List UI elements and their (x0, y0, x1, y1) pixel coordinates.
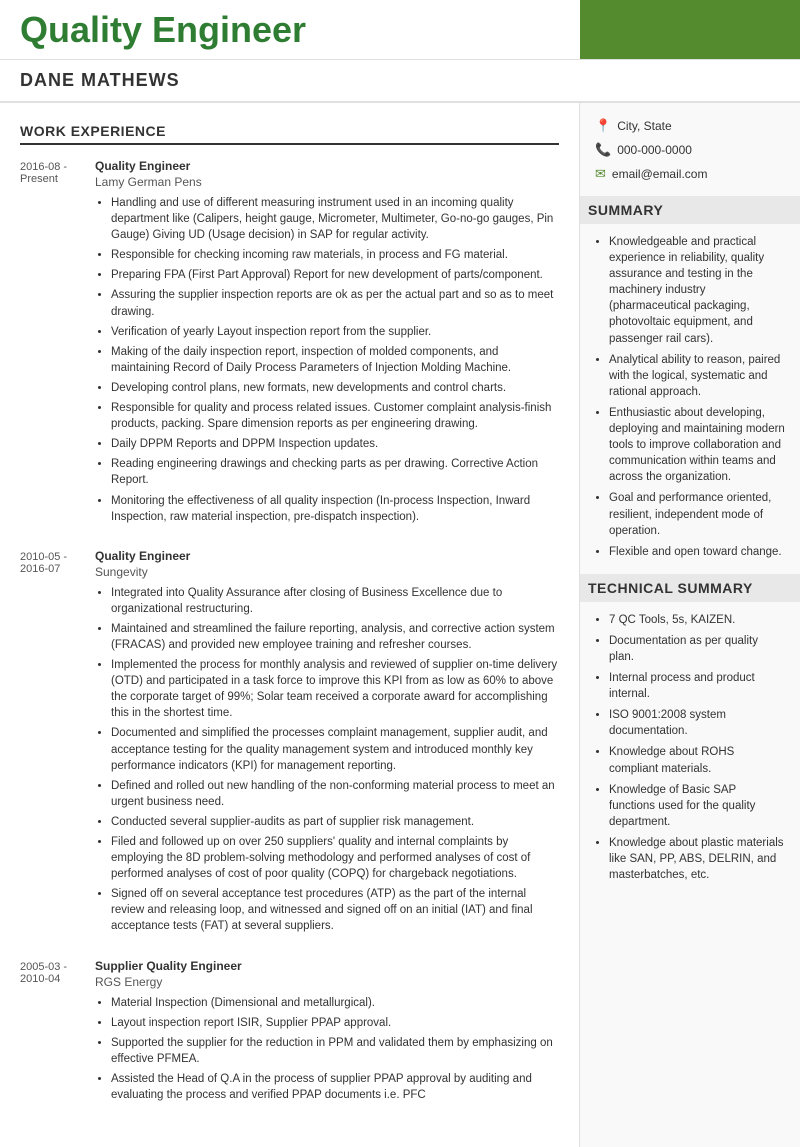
list-item: Documentation as per quality plan. (609, 633, 785, 665)
list-item: Material Inspection (Dimensional and met… (111, 995, 559, 1011)
list-item: Daily DPPM Reports and DPPM Inspection u… (111, 436, 559, 452)
list-item: Filed and followed up on over 250 suppli… (111, 834, 559, 882)
work-date-2: 2005-03 - 2010-04 (20, 959, 95, 1108)
list-item: Preparing FPA (First Part Approval) Repo… (111, 267, 559, 283)
list-item: Implemented the process for monthly anal… (111, 657, 559, 721)
list-item: Maintained and streamlined the failure r… (111, 621, 559, 653)
list-item: Flexible and open toward change. (609, 544, 785, 560)
email-icon: ✉ (595, 166, 606, 182)
company-1: Sungevity (95, 565, 559, 579)
work-experience-section-title: WORK EXPERIENCE (20, 123, 559, 145)
job-title-2: Supplier Quality Engineer (95, 959, 559, 973)
job-title-0: Quality Engineer (95, 159, 559, 173)
list-item: Reading engineering drawings and checkin… (111, 456, 559, 488)
list-item: Assuring the supplier inspection reports… (111, 287, 559, 319)
job-bullets-0: Handling and use of different measuring … (95, 195, 559, 525)
technical-list: 7 QC Tools, 5s, KAIZEN. Documentation as … (595, 612, 785, 883)
work-entry-1: 2010-05 - 2016-07Quality Engineer Sungevi… (20, 549, 559, 939)
job-bullets-1: Integrated into Quality Assurance after … (95, 585, 559, 935)
contact-phone: 📞 000-000-0000 (595, 142, 785, 158)
list-item: Knowledge of Basic SAP functions used fo… (609, 782, 785, 830)
work-entry-0: 2016-08 - PresentQuality Engineer Lamy Ge… (20, 159, 559, 529)
phone-icon: 📞 (595, 142, 611, 158)
list-item: Integrated into Quality Assurance after … (111, 585, 559, 617)
contact-location-text: City, State (617, 119, 671, 133)
summary-list: Knowledgeable and practical experience i… (595, 234, 785, 560)
list-item: Supported the supplier for the reduction… (111, 1035, 559, 1067)
location-icon: 📍 (595, 118, 611, 134)
company-2: RGS Energy (95, 975, 559, 989)
list-item: Layout inspection report ISIR, Supplier … (111, 1015, 559, 1031)
contact-phone-text: 000-000-0000 (617, 143, 692, 157)
summary-section-title: SUMMARY (580, 196, 800, 224)
work-details-1: Quality Engineer Sungevity Integrated into… (95, 549, 559, 939)
list-item: Knowledge about plastic materials like S… (609, 835, 785, 883)
job-bullets-2: Material Inspection (Dimensional and met… (95, 995, 559, 1104)
work-date-0: 2016-08 - Present (20, 159, 95, 529)
list-item: Responsible for quality and process rela… (111, 400, 559, 432)
list-item: Monitoring the effectiveness of all qual… (111, 493, 559, 525)
list-item: Documented and simplified the processes … (111, 725, 559, 773)
list-item: Responsible for checking incoming raw ma… (111, 247, 559, 263)
left-column: WORK EXPERIENCE 2016-08 - PresentQuality… (0, 103, 580, 1147)
work-details-0: Quality Engineer Lamy German Pens Handling… (95, 159, 559, 529)
technical-section-title: TECHNICAL SUMMARY (580, 574, 800, 602)
candidate-name: DANE MATHEWS (20, 70, 780, 91)
list-item: Developing control plans, new formats, n… (111, 380, 559, 396)
work-entry-2: 2005-03 - 2010-04Supplier Quality Engine… (20, 959, 559, 1108)
list-item: Enthusiastic about developing, deploying… (609, 405, 785, 485)
work-entries: 2016-08 - PresentQuality EngineerLamy Ge… (20, 159, 559, 1107)
list-item: Handling and use of different measuring … (111, 195, 559, 243)
right-column: 📍 City, State 📞 000-000-0000 ✉ email@ema… (580, 103, 800, 1147)
list-item: Signed off on several acceptance test pr… (111, 886, 559, 934)
list-item: Analytical ability to reason, paired wit… (609, 352, 785, 400)
list-item: Assisted the Head of Q.A in the process … (111, 1071, 559, 1103)
work-details-2: Supplier Quality Engineer RGS Energy Mater… (95, 959, 559, 1108)
work-date-1: 2010-05 - 2016-07 (20, 549, 95, 939)
header: Quality Engineer (0, 0, 800, 60)
list-item: Making of the daily inspection report, i… (111, 344, 559, 376)
list-item: Knowledgeable and practical experience i… (609, 234, 785, 347)
list-item: Conducted several supplier-audits as par… (111, 814, 559, 830)
contact-email-text: email@email.com (612, 167, 708, 181)
name-bar: DANE MATHEWS (0, 60, 800, 103)
main-content: WORK EXPERIENCE 2016-08 - PresentQuality… (0, 103, 800, 1147)
header-accent-block (580, 0, 800, 59)
list-item: Internal process and product internal. (609, 670, 785, 702)
page-title: Quality Engineer (20, 9, 306, 51)
contact-email: ✉ email@email.com (595, 166, 785, 182)
list-item: Verification of yearly Layout inspection… (111, 324, 559, 340)
list-item: Knowledge about ROHS compliant materials… (609, 744, 785, 776)
list-item: Defined and rolled out new handling of t… (111, 778, 559, 810)
job-title-1: Quality Engineer (95, 549, 559, 563)
company-0: Lamy German Pens (95, 175, 559, 189)
list-item: Goal and performance oriented, resilient… (609, 490, 785, 538)
list-item: ISO 9001:2008 system documentation. (609, 707, 785, 739)
header-title-area: Quality Engineer (0, 0, 580, 59)
list-item: 7 QC Tools, 5s, KAIZEN. (609, 612, 785, 628)
contact-location: 📍 City, State (595, 118, 785, 134)
